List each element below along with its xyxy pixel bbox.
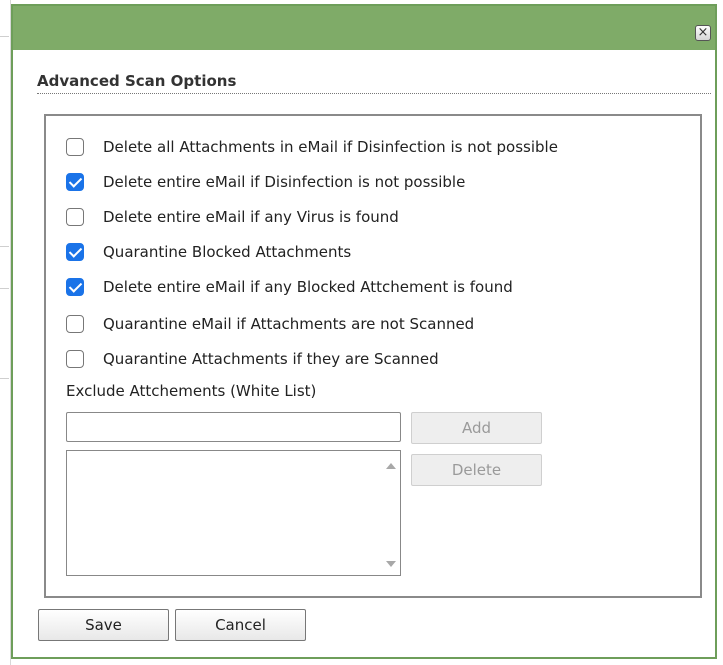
delete-button[interactable]: Delete	[411, 454, 542, 486]
option-checkbox[interactable]	[66, 138, 84, 156]
option-row-quarantine-scanned[interactable]: Quarantine Attachments if they are Scann…	[66, 348, 439, 370]
option-label: Quarantine eMail if Attachments are not …	[103, 315, 475, 333]
option-row-delete-email-virus[interactable]: Delete entire eMail if any Virus is foun…	[66, 206, 399, 228]
option-label: Quarantine Blocked Attachments	[103, 243, 352, 261]
option-checkbox[interactable]	[66, 243, 84, 261]
background-divider	[0, 288, 9, 289]
exclude-attachments-list[interactable]	[66, 450, 401, 576]
section-title: Advanced Scan Options	[37, 72, 711, 94]
option-checkbox[interactable]	[66, 173, 84, 191]
add-button[interactable]: Add	[411, 412, 542, 444]
option-label: Delete entire eMail if any Virus is foun…	[103, 208, 399, 226]
background-divider	[0, 246, 9, 247]
scroll-up-icon[interactable]	[386, 463, 396, 469]
background-window-edge	[0, 0, 11, 665]
option-row-quarantine-not-scanned[interactable]: Quarantine eMail if Attachments are not …	[66, 313, 474, 335]
option-checkbox[interactable]	[66, 315, 84, 333]
background-divider	[0, 378, 9, 379]
scroll-down-icon[interactable]	[386, 561, 396, 567]
option-label: Delete entire eMail if Disinfection is n…	[103, 173, 466, 191]
advanced-scan-options-dialog: × Advanced Scan Options Delete all Attac…	[11, 4, 717, 659]
exclude-attachment-input[interactable]	[66, 412, 401, 442]
option-row-quarantine-blocked[interactable]: Quarantine Blocked Attachments	[66, 241, 351, 263]
option-label: Delete all Attachments in eMail if Disin…	[103, 138, 558, 156]
background-divider	[0, 36, 9, 37]
cancel-button[interactable]: Cancel	[175, 609, 306, 641]
save-button[interactable]: Save	[38, 609, 169, 641]
option-checkbox[interactable]	[66, 208, 84, 226]
option-checkbox[interactable]	[66, 350, 84, 368]
scan-options-panel: Delete all Attachments in eMail if Disin…	[44, 114, 702, 598]
close-icon[interactable]: ×	[695, 25, 711, 41]
list-scrollbar[interactable]	[382, 451, 400, 575]
option-row-delete-email-disinfection[interactable]: Delete entire eMail if Disinfection is n…	[66, 171, 465, 193]
option-label: Delete entire eMail if any Blocked Attch…	[103, 278, 513, 296]
option-checkbox[interactable]	[66, 278, 84, 296]
option-row-delete-email-blocked[interactable]: Delete entire eMail if any Blocked Attch…	[66, 276, 513, 298]
option-label: Quarantine Attachments if they are Scann…	[103, 350, 439, 368]
dialog-titlebar[interactable]: ×	[13, 6, 715, 50]
exclude-list-label: Exclude Attchements (White List)	[66, 382, 317, 400]
option-row-delete-attachments[interactable]: Delete all Attachments in eMail if Disin…	[66, 136, 558, 158]
